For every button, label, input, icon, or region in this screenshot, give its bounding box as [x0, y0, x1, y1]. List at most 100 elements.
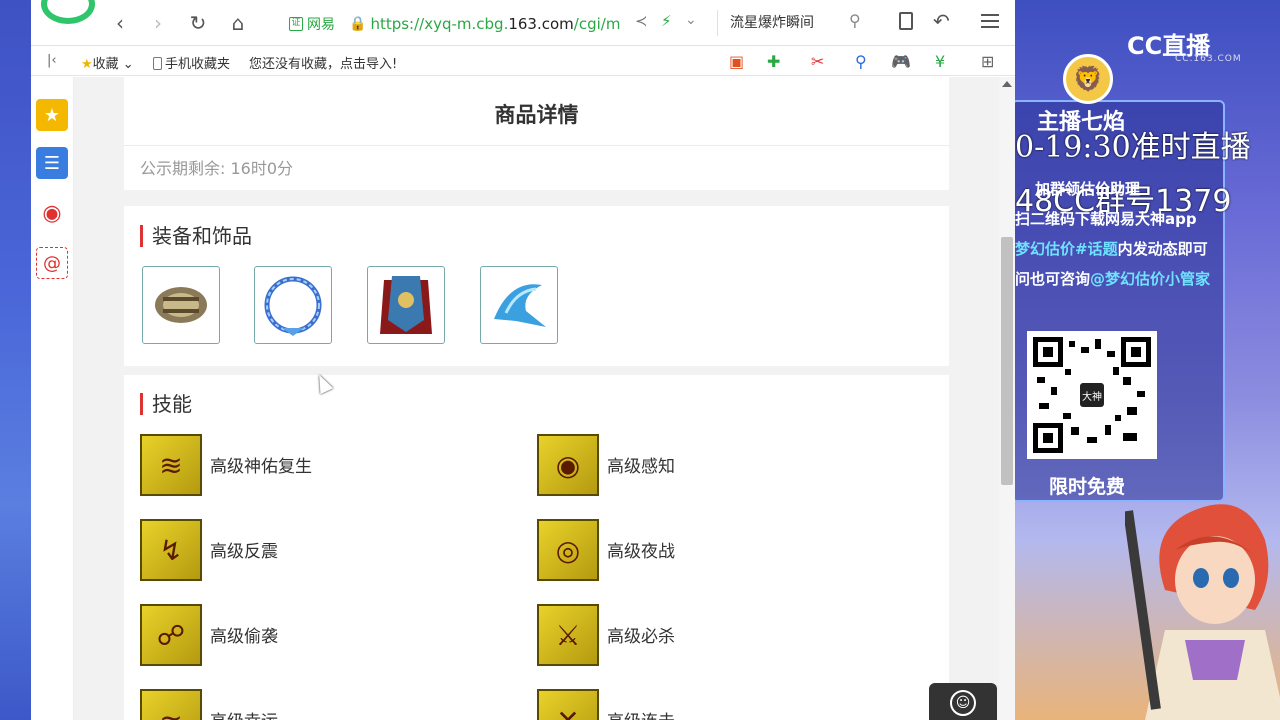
- dashen-app-icon: 大神: [1078, 381, 1106, 409]
- undo-close-icon[interactable]: ↶: [933, 9, 950, 33]
- skill-name: 高级偷袭: [210, 627, 278, 647]
- overlay-line-4: 问也可咨询@梦幻估价小管家: [1015, 270, 1211, 288]
- sidebar-favorites-star-icon[interactable]: ★: [36, 99, 68, 131]
- skill-item[interactable]: ≋ 高级神佑复生: [140, 434, 520, 496]
- skill-perception-icon: ◉: [537, 434, 599, 496]
- url-text: https://xyq-m.cbg.163.com/cgi/m: [370, 15, 621, 33]
- equipment-slot-claw[interactable]: [480, 266, 558, 344]
- home-button[interactable]: ⌂: [225, 10, 251, 36]
- skills-section-title: 技能: [140, 393, 192, 415]
- skill-revive-icon: ≋: [140, 434, 202, 496]
- claw-icon: [494, 284, 546, 327]
- qr-code: 大神: [1027, 331, 1157, 459]
- page-content: 商品详情 公示期剩余: 16时0分 装备和饰品 技能 ≋ 高级神佑复生 ◉ 高级…: [74, 77, 999, 720]
- lion-avatar-icon: 🦁: [1063, 54, 1113, 104]
- headset-icon: ☺: [950, 690, 976, 716]
- forward-arrow-icon: ›: [154, 11, 162, 35]
- skill-night-battle-icon: ◎: [537, 519, 599, 581]
- browser-window: ‹ › ↻ ⌂ 证 网易 🔒 https://xyq-m.cbg.163.com…: [31, 0, 1015, 720]
- home-icon: ⌂: [231, 11, 245, 35]
- translate-extension-icon[interactable]: ✚: [767, 52, 780, 71]
- reload-button[interactable]: ↻: [185, 10, 211, 36]
- product-detail-card: 商品详情 公示期剩余: 16时0分: [124, 77, 949, 190]
- speed-mode-icon[interactable]: ⚡: [661, 12, 672, 30]
- skill-luck-icon: ≈: [140, 689, 202, 720]
- tab-manager-icon[interactable]: [899, 12, 913, 30]
- search-icon[interactable]: ⚲: [849, 11, 861, 30]
- game-character-illustration: [1125, 504, 1280, 720]
- search-extension-icon[interactable]: ⚲: [855, 52, 867, 71]
- skill-critical-icon: ⚔: [537, 604, 599, 666]
- stream-overlay: CC直播 CC.163.COM 🦁 主播七焰 0-19:30准时直播 48CC群…: [1015, 0, 1280, 720]
- browser-toolbar: ‹ › ↻ ⌂ 证 网易 🔒 https://xyq-m.cbg.163.com…: [31, 0, 1015, 46]
- free-label: 限时免费: [1049, 476, 1126, 498]
- scrollbar-thumb[interactable]: [1001, 237, 1013, 485]
- scroll-up-arrow-icon[interactable]: [1002, 81, 1012, 87]
- sidebar-toggle-icon[interactable]: |‹: [47, 53, 57, 68]
- customer-service-button[interactable]: ☺: [929, 683, 997, 720]
- apps-grid-icon[interactable]: ⊞: [981, 52, 994, 71]
- skill-item[interactable]: ≈ 高级幸运: [140, 689, 520, 720]
- site-identity-label: 网易: [307, 17, 335, 33]
- game-extension-icon[interactable]: 🎮: [891, 52, 911, 71]
- back-arrow-icon: ‹: [116, 11, 124, 35]
- browser-logo[interactable]: [41, 0, 95, 24]
- armor-icon: [380, 276, 432, 334]
- skill-name: 高级神佑复生: [210, 457, 312, 477]
- bracer-icon: [155, 287, 207, 323]
- share-icon[interactable]: ≺: [635, 12, 648, 30]
- equipment-card: 装备和饰品: [124, 206, 949, 366]
- chevron-down-icon[interactable]: ⌄: [685, 12, 697, 28]
- favorites-button[interactable]: ★收藏 ⌄: [81, 53, 134, 72]
- skill-name: 高级感知: [607, 457, 675, 477]
- skill-combo-icon: ✕: [537, 689, 599, 720]
- skill-counter-icon: ↯: [140, 519, 202, 581]
- skills-card: 技能 ≋ 高级神佑复生 ◉ 高级感知 ↯ 高级反震 ◎ 高级夜战 ☍ 高级偷袭: [124, 375, 949, 720]
- star-icon: ★: [81, 57, 93, 72]
- payment-extension-icon[interactable]: ¥: [935, 52, 945, 71]
- equipment-slot-armor[interactable]: [367, 266, 445, 344]
- mobile-favorites-button[interactable]: 手机收藏夹: [153, 53, 230, 72]
- import-bookmarks-link[interactable]: 您还没有收藏，点击导入!: [249, 53, 397, 72]
- equipment-slot-bracer[interactable]: [142, 266, 220, 344]
- skill-name: 高级必杀: [607, 627, 675, 647]
- skill-name: 高级夜战: [607, 542, 675, 562]
- cc-live-domain: CC.163.COM: [1175, 54, 1242, 64]
- forward-button[interactable]: ›: [145, 10, 171, 36]
- screenshot-scissors-icon[interactable]: ✂: [811, 52, 824, 71]
- skill-name: 高级连击: [607, 707, 675, 720]
- overlay-line-3: 梦幻估价#话题内发动态即可: [1015, 240, 1208, 258]
- skill-name: 高级幸运: [210, 707, 278, 720]
- skill-name: 高级反震: [210, 542, 278, 562]
- equipment-slot-necklace[interactable]: [254, 266, 332, 344]
- skill-sneak-attack-icon: ☍: [140, 604, 202, 666]
- page-title: 商品详情: [494, 103, 579, 127]
- equipment-section-title: 装备和饰品: [140, 225, 252, 247]
- divider: [124, 145, 949, 146]
- skill-item[interactable]: ↯ 高级反震: [140, 519, 520, 581]
- lock-icon: 🔒: [349, 16, 367, 32]
- skill-item[interactable]: ✕ 高级连击: [537, 689, 917, 720]
- side-panel: ★ ☰ ◉ @: [31, 77, 74, 720]
- skill-item[interactable]: ☍ 高级偷袭: [140, 604, 520, 666]
- certificate-icon: 证: [289, 17, 303, 31]
- skill-item[interactable]: ◎ 高级夜战: [537, 519, 917, 581]
- reload-icon: ↻: [189, 11, 207, 35]
- sidebar-mail-icon[interactable]: @: [36, 247, 68, 279]
- bookmarks-bar: |‹ ★收藏 ⌄ 手机收藏夹 您还没有收藏，点击导入! ▣ ✚ ✂ ⚲ 🎮 ¥ …: [31, 46, 1015, 76]
- phone-icon: [153, 57, 162, 70]
- public-period-remaining: 公示期剩余: 16时0分: [140, 159, 294, 178]
- necklace-icon: [264, 276, 322, 336]
- vertical-scrollbar[interactable]: [999, 77, 1015, 720]
- overlay-line-2: 扫二维码下载网易大神app: [1015, 210, 1197, 228]
- sidebar-news-icon[interactable]: ☰: [36, 147, 68, 179]
- desktop-background-left: [0, 0, 31, 720]
- sidebar-weibo-icon[interactable]: ◉: [36, 197, 68, 229]
- tv-extension-icon[interactable]: ▣: [729, 52, 744, 71]
- skill-item[interactable]: ◉ 高级感知: [537, 434, 917, 496]
- skill-item[interactable]: ⚔ 高级必杀: [537, 604, 917, 666]
- overlay-line-1: 加群领估价助理: [1035, 180, 1141, 198]
- address-bar[interactable]: 证 网易 🔒 https://xyq-m.cbg.163.com/cgi/m: [289, 11, 717, 37]
- back-button[interactable]: ‹: [107, 10, 133, 36]
- menu-icon[interactable]: [981, 14, 999, 28]
